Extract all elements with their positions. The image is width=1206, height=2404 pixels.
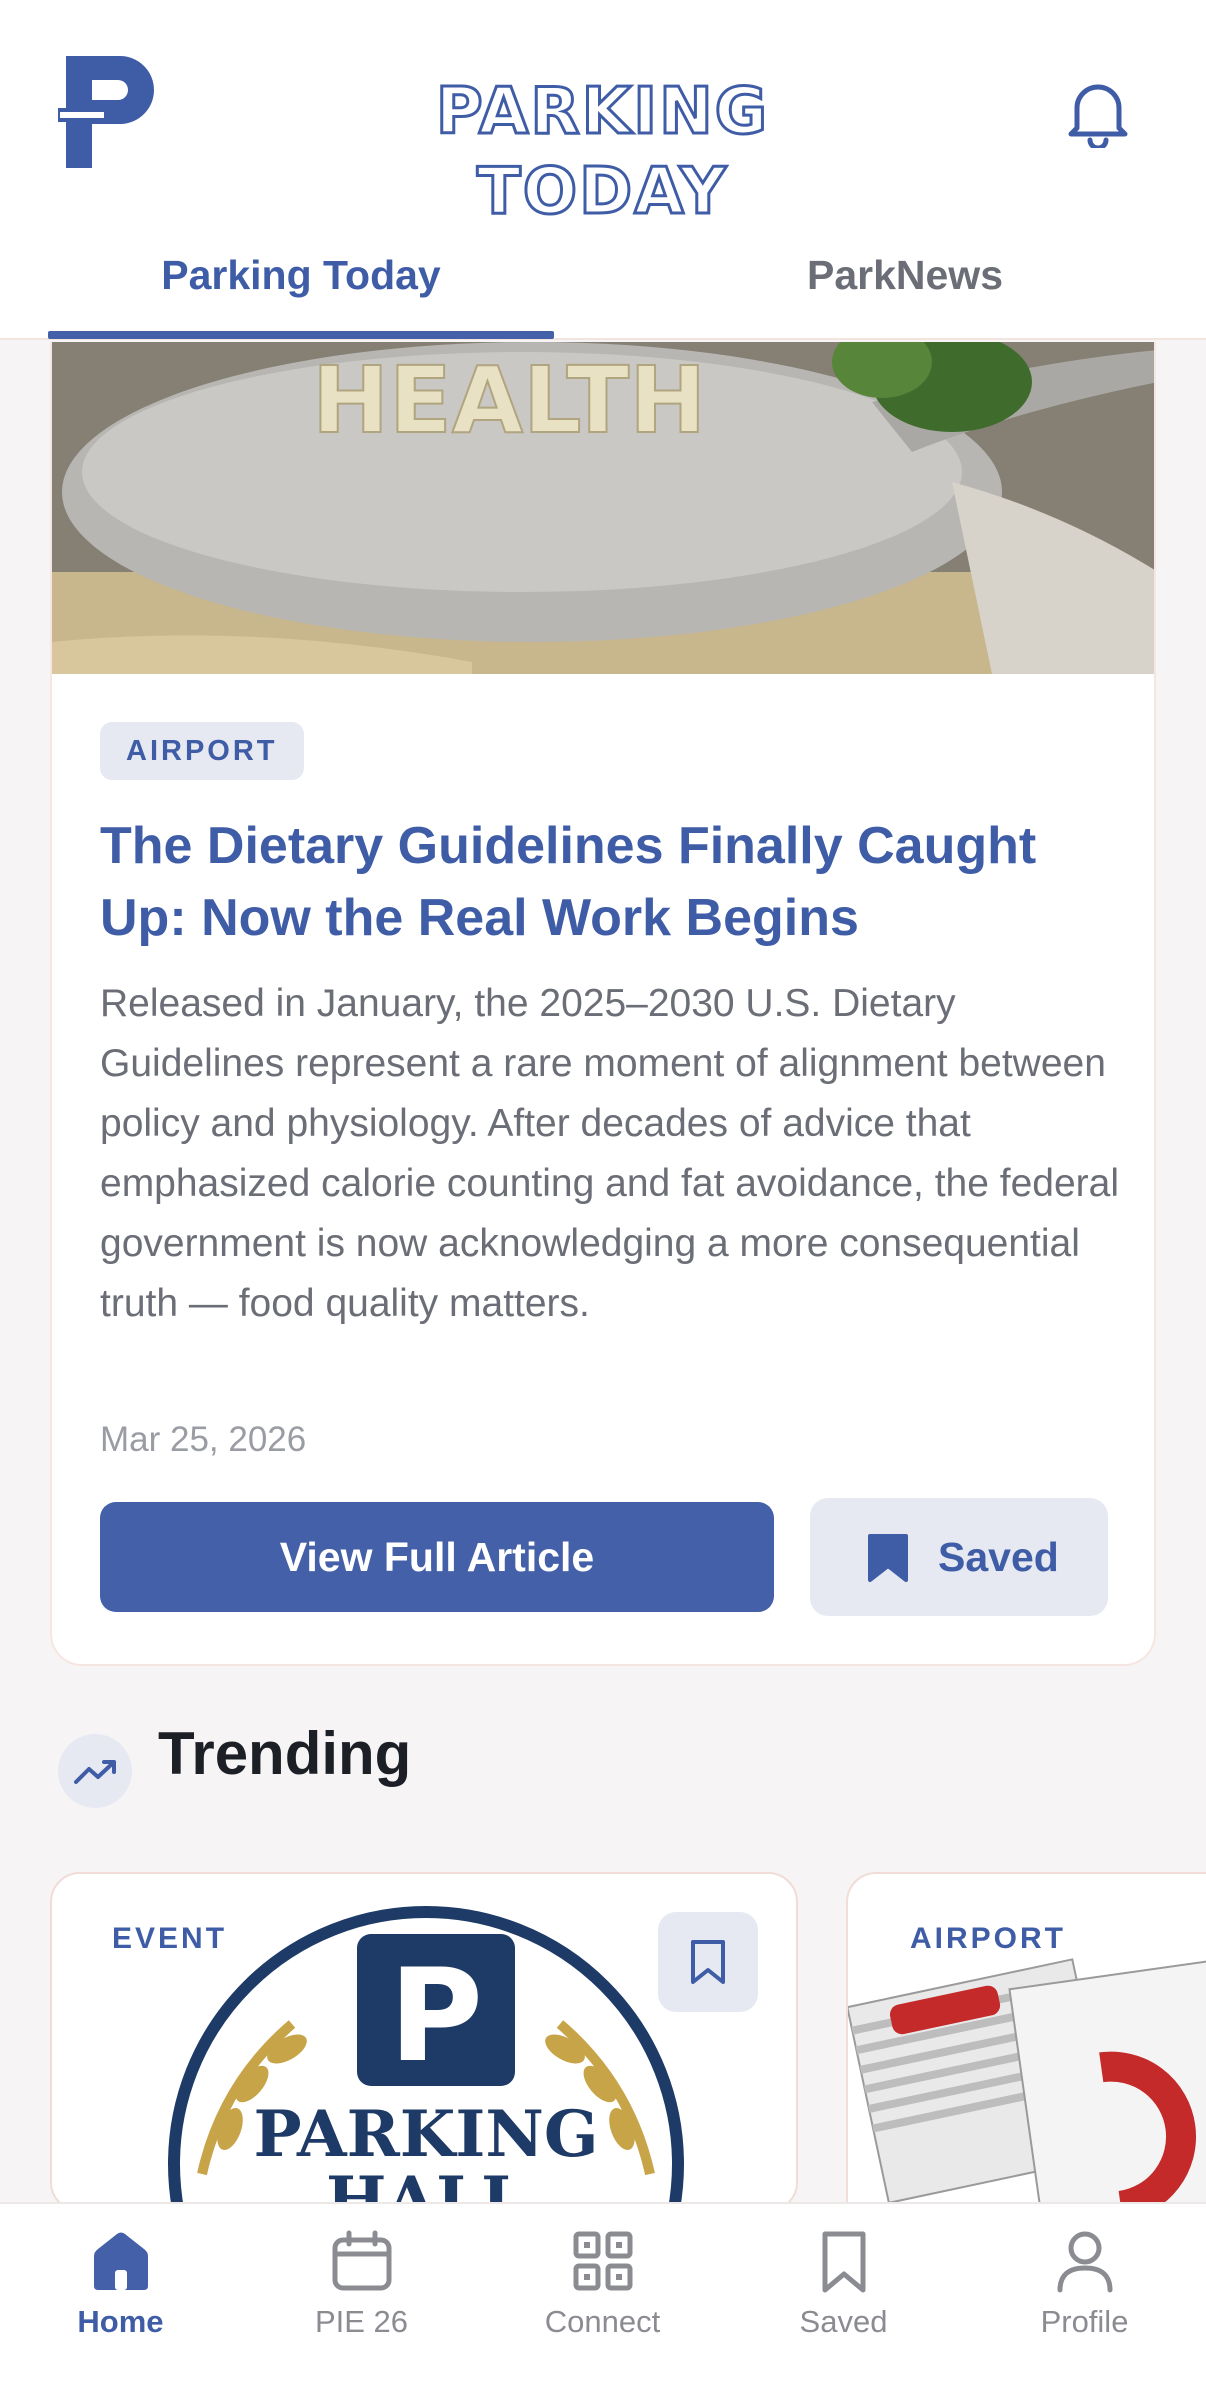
nav-pie26-label: PIE 26	[314, 2304, 409, 2339]
article-excerpt: Released in January, the 2025–2030 U.S. …	[100, 982, 1120, 1325]
parking-hall-text-1: PARKING	[253, 2097, 598, 2172]
trending-card-category: EVENT	[112, 1922, 228, 1955]
hero-text: HEALTH	[312, 347, 706, 454]
article-title[interactable]: The Dietary Guidelines Finally Caught Up…	[100, 810, 1110, 954]
nav-home[interactable]: Home	[0, 2204, 241, 2404]
saved-button-label: Saved	[938, 1534, 1059, 1580]
article-hero-image[interactable]: HEALTH	[52, 342, 1154, 674]
nav-saved[interactable]: Saved	[723, 2204, 964, 2404]
hero-illustration: HEALTH	[52, 342, 1154, 674]
article-date: Mar 25, 2026	[100, 1420, 307, 1459]
nav-profile[interactable]: Profile	[964, 2204, 1205, 2404]
tab-parknews[interactable]: ParkNews	[652, 245, 1158, 325]
featured-article-card: HEALTH AIRPORT The Dietary Guidelines Fi…	[50, 342, 1156, 1666]
person-icon	[1057, 2231, 1113, 2293]
calendar-icon	[332, 2230, 392, 2291]
trending-section-title: Trending	[158, 1720, 412, 1787]
trending-card-airport[interactable]: AIRPORT	[846, 1872, 1206, 2212]
nav-profile-label: Profile	[1040, 2304, 1129, 2339]
nav-pie26[interactable]: PIE 26	[241, 2204, 482, 2404]
app-header: PARKING TODAY Parking Today ParkNews	[0, 0, 1206, 340]
bottom-navigation: Home PIE 26 Connect Saved Profile	[0, 2202, 1206, 2404]
logo-icon	[58, 56, 154, 168]
trending-icon-badge	[58, 1734, 132, 1808]
active-tab-indicator	[48, 331, 554, 339]
saved-button[interactable]: Saved	[810, 1498, 1108, 1616]
nav-connect-label: Connect	[544, 2304, 661, 2339]
trending-bookmark-button[interactable]	[658, 1912, 758, 2012]
grid-icon	[573, 2231, 633, 2291]
bookmark-filled-icon	[868, 1534, 908, 1582]
home-icon	[94, 2232, 148, 2290]
nav-connect[interactable]: Connect	[482, 2204, 723, 2404]
svg-text:P: P	[389, 1942, 483, 2091]
trending-card-event[interactable]: P PARKING HALL EVENT	[50, 1872, 798, 2212]
bookmark-icon	[822, 2231, 866, 2293]
trending-card-category: AIRPORT	[910, 1922, 1066, 1955]
tab-parking-today[interactable]: Parking Today	[48, 245, 554, 325]
view-full-article-button[interactable]: View Full Article	[100, 1502, 774, 1612]
category-badge: AIRPORT	[100, 722, 304, 780]
nav-saved-label: Saved	[799, 2304, 888, 2339]
nav-home-label: Home	[77, 2304, 164, 2339]
bookmark-icon	[691, 1940, 725, 1984]
tab-bar: Parking Today ParkNews	[0, 215, 1206, 340]
trending-up-icon	[74, 1760, 116, 1784]
brand-title: PARKING TODAY	[434, 74, 770, 231]
notification-bell-icon[interactable]	[1063, 76, 1133, 148]
